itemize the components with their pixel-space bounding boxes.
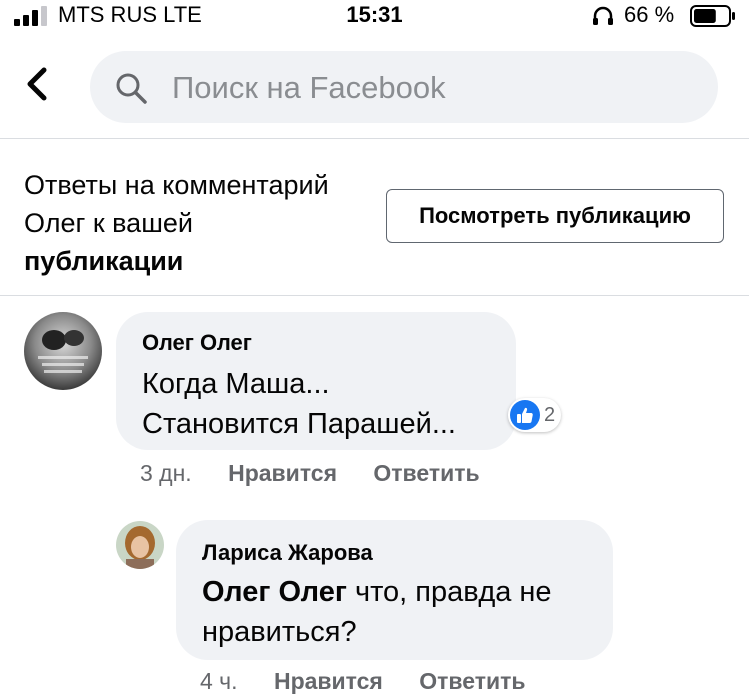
search-icon [116,73,147,104]
view-post-button[interactable]: Посмотреть публикацию [386,189,724,243]
mention-link[interactable]: Олег Олег [202,576,347,608]
reaction-summary[interactable]: 2 [508,398,562,432]
like-button[interactable]: Нравится [228,460,337,486]
avatar[interactable] [24,312,102,390]
comment-timestamp: 3 дн. [140,460,192,486]
context-line-3: публикации [24,246,184,276]
comment-actions: 3 дн. Нравится Ответить [140,460,510,487]
context-description: Ответы на комментарий Олег к вашей публи… [24,166,364,280]
reply-button[interactable]: Ответить [419,668,525,694]
comment-author[interactable]: Олег Олег [142,330,252,356]
context-line-1: Ответы на комментарий [24,170,329,200]
search-header [0,34,749,139]
avatar[interactable] [116,521,164,569]
comment-timestamp: 4 ч. [200,668,238,694]
avatar-image-icon [24,312,102,390]
avatar-image-icon [116,521,164,569]
like-button[interactable]: Нравится [274,668,383,694]
status-bar: MTS RUS LTE 15:31 66 % [0,0,749,34]
back-arrow-icon[interactable] [22,64,52,104]
context-line-2: Олег к вашей [24,208,193,238]
reply-context-banner: Ответы на комментарий Олег к вашей публи… [0,139,749,296]
battery-icon [690,5,735,27]
reaction-count: 2 [544,403,556,426]
comment-actions: 4 ч. Нравится Ответить [200,668,556,695]
battery-percent: 66 % [624,2,675,27]
search-bar[interactable] [90,51,718,123]
comment-text: Олег Олег что, правда не нравиться? [202,576,552,648]
comment-bubble[interactable]: Лариса Жарова Олег Олег что, правда не н… [176,520,613,660]
search-input[interactable] [170,65,694,111]
headphones-icon [593,6,613,25]
comment-text: Когда Маша... Становится Парашей... [142,368,456,440]
like-reaction-icon [510,400,540,430]
comment-bubble[interactable]: Олег Олег Когда Маша... Становится Параш… [116,312,516,450]
reply-button[interactable]: Ответить [373,460,479,486]
comment-author[interactable]: Лариса Жарова [202,540,373,566]
